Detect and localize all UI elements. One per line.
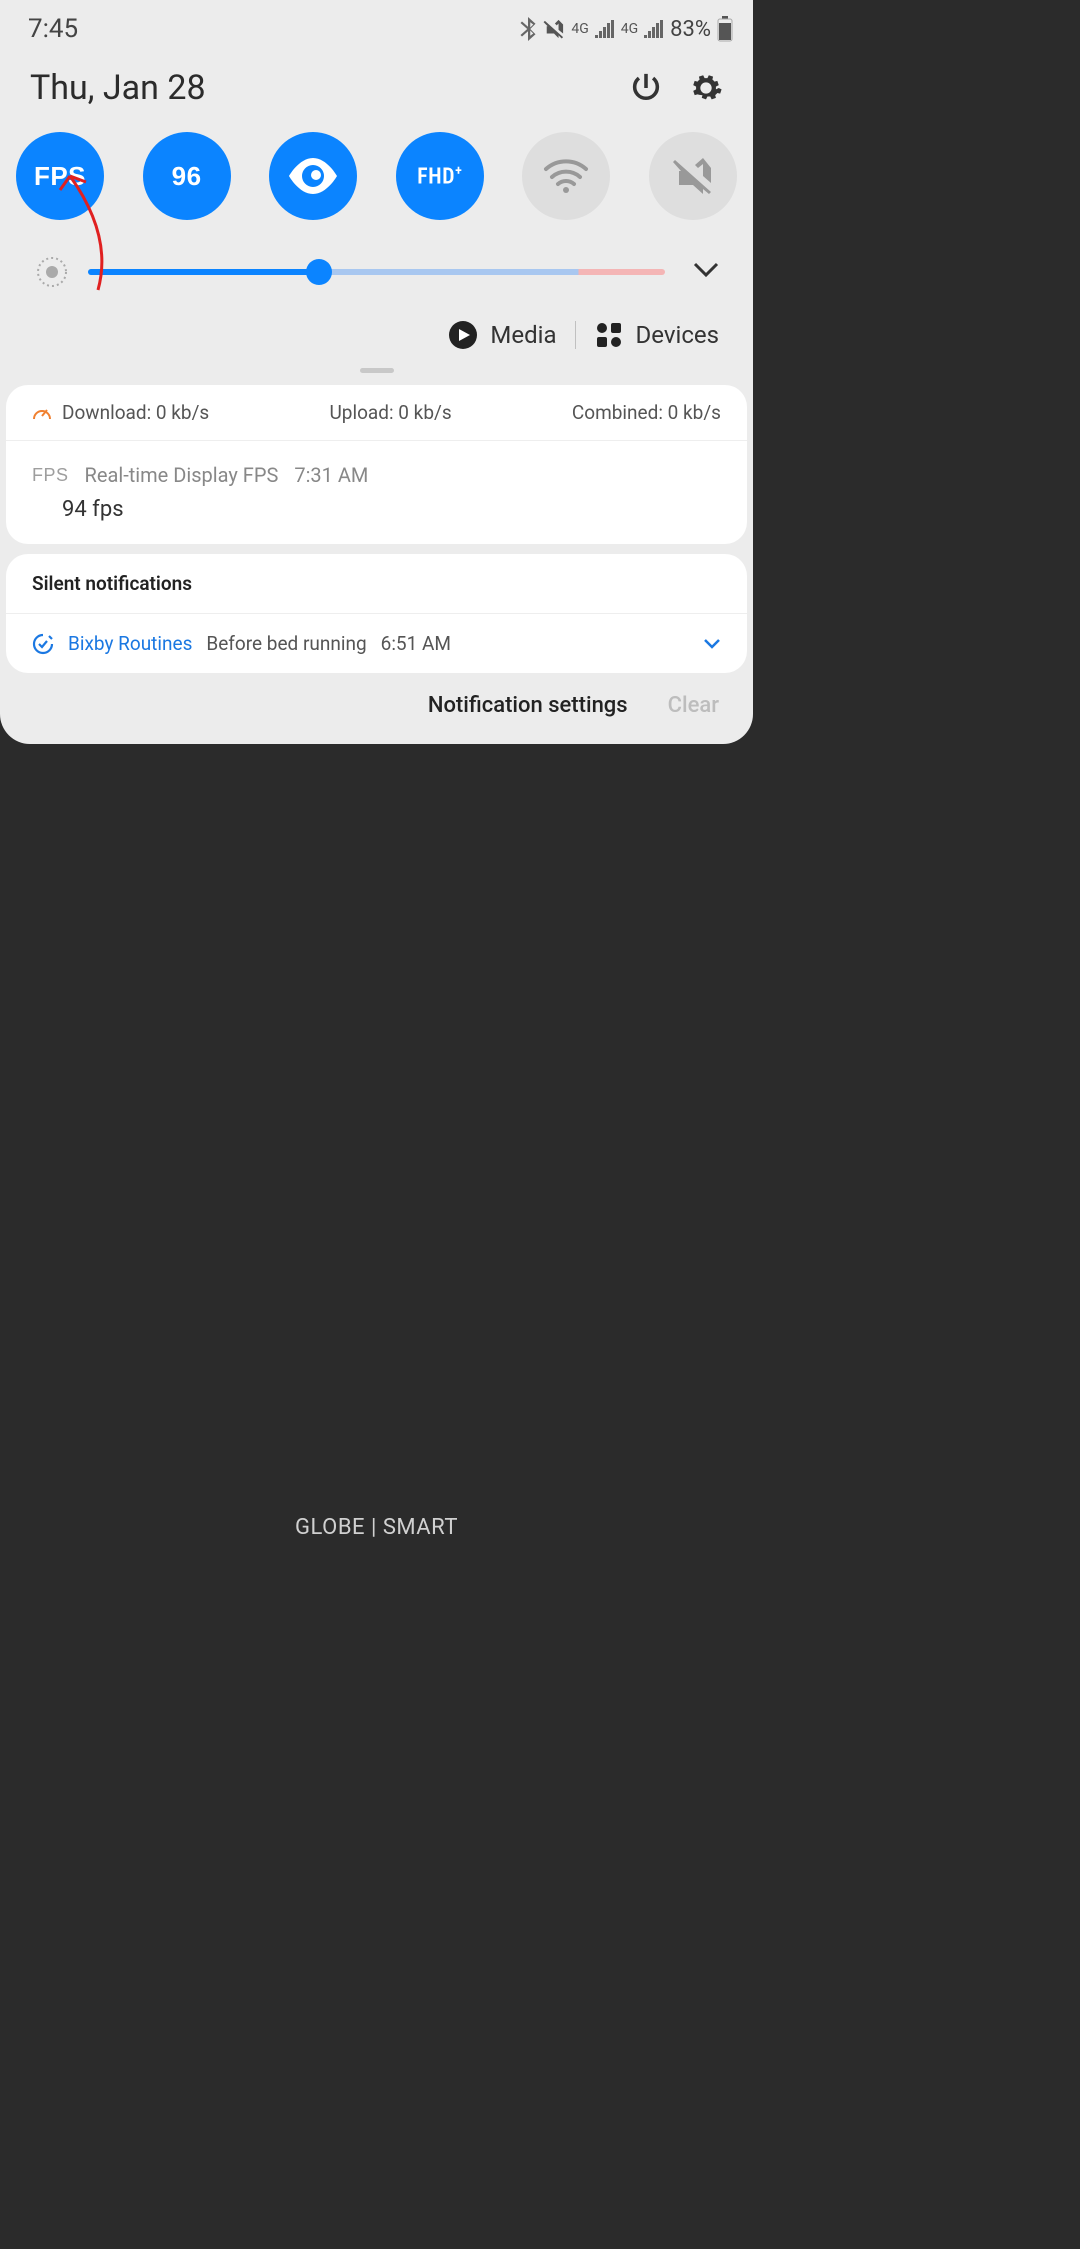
net1-label: 4G [571, 21, 588, 37]
silent-section: Silent notifications Bixby Routines Befo… [6, 554, 747, 673]
media-devices-row: Media Devices [0, 320, 753, 368]
routine-check-icon [32, 633, 54, 655]
bixby-desc: Before bed running [206, 632, 366, 655]
qs-resolution[interactable]: FHD+ [396, 132, 484, 220]
play-circle-icon [448, 320, 478, 350]
carrier-label: GLOBE | SMART [0, 1515, 753, 1540]
upload-speed: Upload: 0 kb/s [329, 401, 451, 424]
qs-eye-comfort[interactable] [269, 132, 357, 220]
notification-settings-button[interactable]: Notification settings [428, 693, 628, 718]
quick-settings-row: FPS 96 FHD+ [0, 132, 753, 220]
battery-icon [717, 16, 733, 42]
battery-pct: 83% [670, 17, 711, 42]
settings-gear-icon[interactable] [689, 71, 723, 105]
fps-notif-time: 7:31 AM [294, 463, 368, 487]
expand-panel-chevron[interactable] [693, 262, 719, 282]
chevron-down-icon [693, 262, 719, 278]
fps-value: 94 fps [6, 497, 747, 544]
fps-app-tag: FPS [32, 465, 69, 486]
mute-icon [543, 19, 565, 39]
date-text[interactable]: Thu, Jan 28 [30, 68, 206, 108]
devices-grid-icon [594, 320, 624, 350]
shade-footer: Notification settings Clear [0, 673, 753, 744]
brightness-slider[interactable] [88, 268, 665, 276]
brightness-thumb[interactable] [306, 259, 332, 285]
qs-sound[interactable] [649, 132, 737, 220]
power-icon[interactable] [629, 71, 663, 105]
qs-wifi[interactable] [522, 132, 610, 220]
status-icons: 4G 4G 83% [519, 16, 733, 42]
drag-handle[interactable] [360, 368, 394, 373]
divider [575, 321, 576, 349]
net2-label: 4G [621, 21, 638, 37]
fps-notif-header: FPS Real-time Display FPS 7:31 AM [6, 441, 747, 497]
clear-button[interactable]: Clear [668, 693, 719, 718]
chevron-down-icon [703, 638, 721, 650]
status-time: 7:45 [28, 14, 78, 44]
qs-fps[interactable]: FPS [16, 132, 104, 220]
speedometer-icon [32, 404, 52, 422]
date-row: Thu, Jan 28 [0, 52, 753, 132]
bluetooth-icon [519, 17, 537, 41]
bixby-expand[interactable] [703, 632, 721, 655]
status-bar: 7:45 4G 4G 83% [0, 0, 753, 52]
signal2-icon [644, 20, 664, 38]
bixby-app-name: Bixby Routines [68, 632, 192, 655]
combined-speed: Combined: 0 kb/s [572, 401, 721, 424]
media-button[interactable]: Media [448, 320, 556, 350]
fps-notif-title: Real-time Display FPS [85, 463, 279, 487]
bixby-notification[interactable]: Bixby Routines Before bed running 6:51 A… [6, 614, 747, 673]
network-speed-row: Download: 0 kb/s Upload: 0 kb/s Combined… [6, 385, 747, 441]
brightness-icon [34, 254, 70, 290]
network-fps-card[interactable]: Download: 0 kb/s Upload: 0 kb/s Combined… [6, 385, 747, 544]
notification-shade: 7:45 4G 4G 83% Thu, Jan 28 FPS 96 FHD+ [0, 0, 753, 744]
eye-icon [287, 158, 339, 194]
qs-refresh-rate[interactable]: 96 [143, 132, 231, 220]
wifi-icon [542, 157, 590, 195]
signal1-icon [595, 20, 615, 38]
bixby-time: 6:51 AM [381, 632, 451, 655]
silent-notifications-header: Silent notifications [6, 554, 747, 614]
brightness-row [0, 254, 753, 290]
speaker-mute-icon [671, 156, 715, 196]
notifications-area: Download: 0 kb/s Upload: 0 kb/s Combined… [0, 385, 753, 673]
devices-button[interactable]: Devices [594, 320, 719, 350]
